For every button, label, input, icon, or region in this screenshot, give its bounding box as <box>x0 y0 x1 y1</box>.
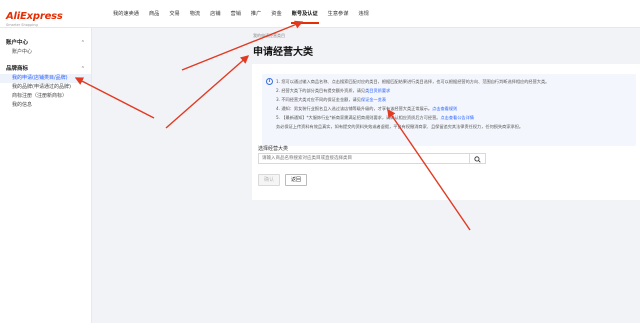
arrow-to-sidebar-item <box>74 77 155 119</box>
arrow-to-nav-tab <box>181 20 304 71</box>
arrow-to-search <box>387 108 471 231</box>
annotation-arrows <box>74 20 471 231</box>
arrow-to-title <box>165 55 250 129</box>
